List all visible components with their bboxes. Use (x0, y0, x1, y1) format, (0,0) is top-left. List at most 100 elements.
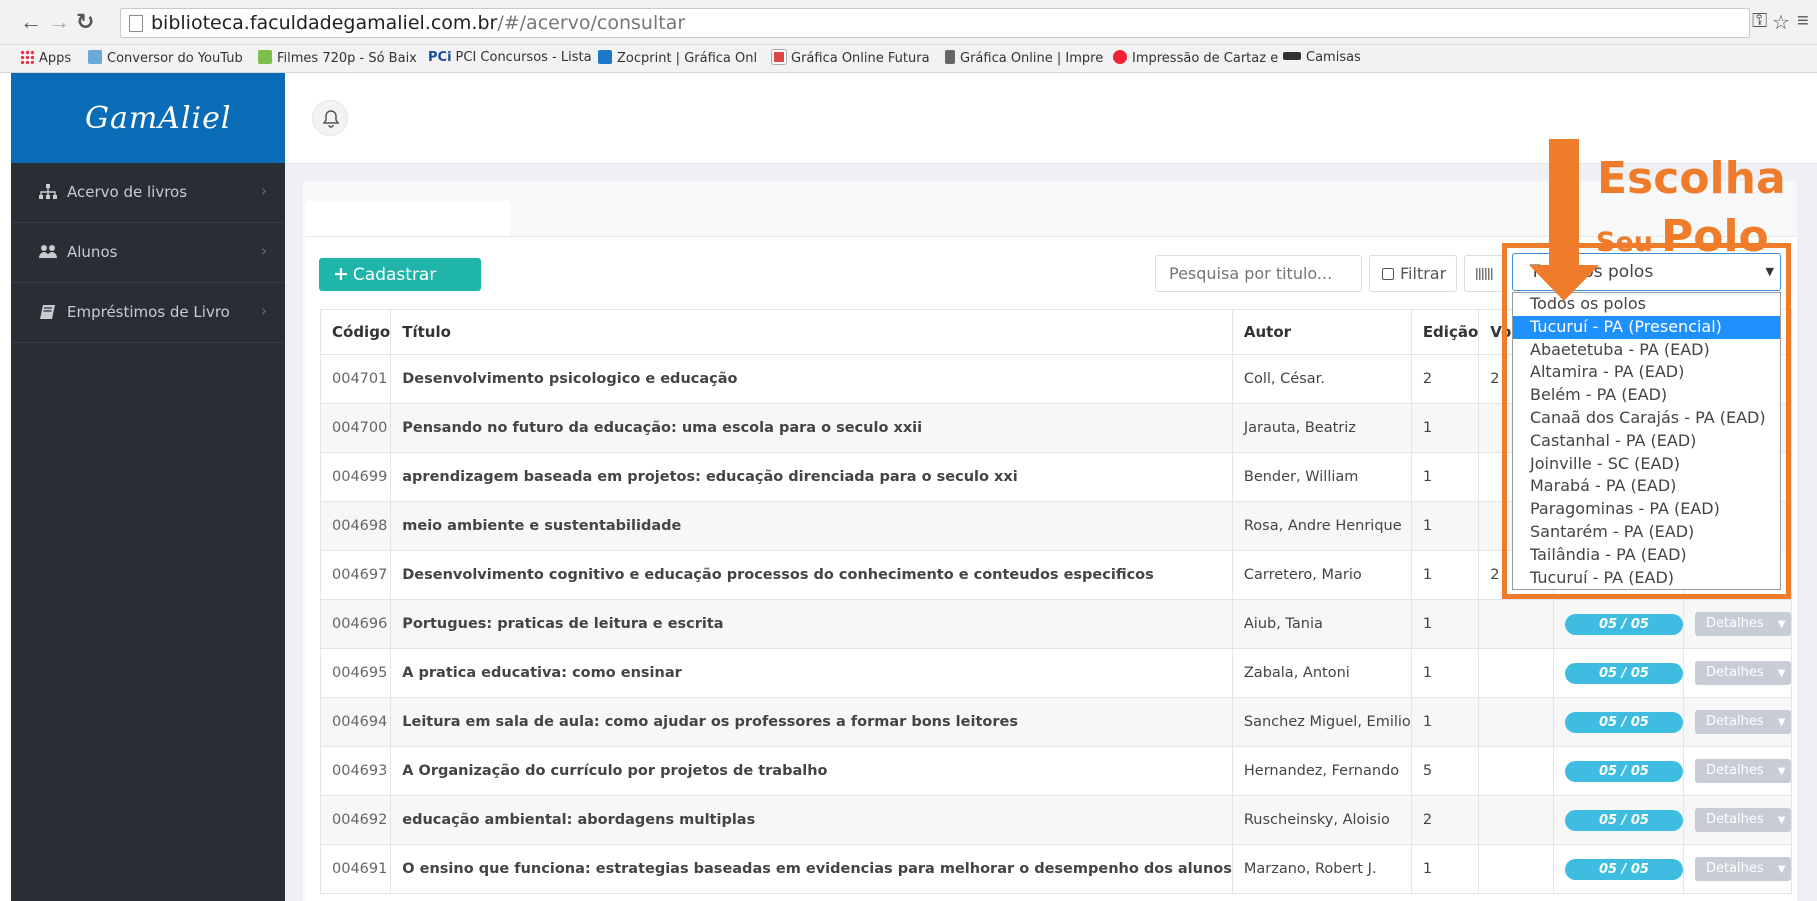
column-header-codigo[interactable]: Código (319, 309, 392, 355)
annotation-arrow-head (1529, 265, 1599, 301)
details-button[interactable]: Detalhes ▼ (1694, 710, 1791, 734)
filter-label: Filtrar (1400, 264, 1447, 283)
star-icon[interactable]: ☆ (1772, 10, 1790, 35)
cell-code: 004693 (319, 746, 392, 796)
cell-title: A Organização do currículo por projetos … (390, 746, 1233, 796)
cell-author: Coll, César. (1231, 354, 1412, 404)
barcode-button[interactable] (1464, 255, 1504, 292)
cell-copies: 05 / 05 (1552, 746, 1684, 796)
sitemap-icon (39, 184, 57, 199)
copies-badge: 05 / 05 (1564, 760, 1683, 782)
cell-code: 004692 (319, 795, 392, 845)
url-host: biblioteca.faculdadegamaliel.com.br (151, 12, 498, 34)
cell-edition: 2 (1410, 795, 1480, 845)
details-label: Detalhes (1705, 714, 1764, 729)
cell-author: Marzano, Robert J. (1231, 844, 1412, 894)
cell-code: 004696 (319, 599, 392, 649)
cell-author: Aiub, Tania (1231, 599, 1412, 649)
details-button[interactable]: Detalhes ▼ (1694, 808, 1791, 832)
sidebar-item-acervo[interactable]: Acervo de livros › (11, 163, 285, 223)
copies-badge: 05 / 05 (1564, 858, 1683, 880)
table-row[interactable]: 004696 Portugues: praticas de leitura e e… (319, 599, 1792, 649)
cell-title: Desenvolvimento psicologico e educação (390, 354, 1233, 404)
details-button[interactable]: Detalhes ▼ (1694, 661, 1791, 685)
key-icon[interactable]: ⚿ (1752, 10, 1767, 33)
cell-edition: 1 (1410, 550, 1480, 600)
menu-icon[interactable]: ≡ (1797, 10, 1809, 33)
add-new-button[interactable]: + Cadastrar novo (319, 258, 481, 318)
caret-down-icon: ▼ (1777, 717, 1786, 728)
caret-down-icon: ▼ (1777, 864, 1786, 875)
bookmark-label: Apps (39, 51, 72, 66)
tab-consultar[interactable] (305, 201, 510, 236)
table-row[interactable]: 004692 educação ambiental: abordagens mul… (319, 795, 1792, 845)
plus-icon: + (333, 263, 349, 285)
details-label: Detalhes (1705, 763, 1764, 778)
table-row[interactable]: 004695 A pratica educativa: como ensinar Z… (319, 648, 1792, 698)
cell-edition: 1 (1410, 697, 1480, 747)
barcode-icon (1476, 268, 1494, 280)
table-row[interactable]: 004693 A Organização do currículo por pro… (319, 746, 1792, 796)
details-button[interactable]: Detalhes ▼ (1694, 759, 1791, 783)
reload-icon[interactable]: ↻ (76, 9, 94, 35)
cell-edition: 1 (1410, 452, 1480, 502)
column-header-autor[interactable]: Autor (1231, 309, 1412, 355)
bookmark-item[interactable]: PCi PCI Concursos - Lista (428, 50, 592, 65)
back-arrow-icon[interactable]: ← (20, 9, 42, 35)
cell-title: educação ambiental: abordagens multiplas (390, 795, 1233, 845)
cell-author: Jarauta, Beatriz (1231, 403, 1412, 453)
bookmark-label: Filmes 720p - Só Baix (277, 51, 417, 66)
search-input[interactable] (1155, 255, 1362, 292)
users-icon (39, 245, 57, 258)
cell-title: Leitura em sala de aula: como ajudar os … (390, 697, 1233, 747)
details-label: Detalhes (1705, 665, 1764, 680)
url-input[interactable]: biblioteca.faculdadegamaliel.com.br/#/ac… (120, 8, 1750, 38)
cell-actions: Detalhes ▼ (1682, 795, 1792, 845)
sidebar: GamAliel Acervo de livros › Alunos › Emp… (11, 73, 285, 901)
bell-icon (322, 110, 340, 128)
column-header-titulo[interactable]: Título (390, 309, 1233, 355)
forward-arrow-icon[interactable]: → (48, 9, 70, 35)
caret-down-icon: ▼ (1777, 619, 1786, 630)
cell-volume (1478, 844, 1554, 894)
cell-author: Carretero, Mario (1231, 550, 1412, 600)
copies-badge: 05 / 05 (1564, 809, 1683, 831)
logo-text: GamAliel (85, 101, 232, 136)
cell-edition: 1 (1410, 648, 1480, 698)
cell-code: 004695 (319, 648, 392, 698)
sidebar-item-emprestimos[interactable]: Empréstimos de Livro › (11, 283, 285, 343)
cell-actions: Detalhes ▼ (1682, 844, 1792, 894)
bookmark-label: Impressão de Cartaz e (1132, 51, 1279, 66)
bookmark-item[interactable]: Gráfica Online Futura (771, 49, 930, 66)
caret-down-icon: ▼ (1777, 815, 1786, 826)
cell-author: Bender, William (1231, 452, 1412, 502)
cell-title: Desenvolvimento cognitivo e educação pro… (390, 550, 1233, 600)
futura-icon (771, 49, 787, 65)
bookmark-item[interactable]: Camisas (1283, 50, 1361, 65)
cell-volume (1478, 697, 1554, 747)
cell-copies: 05 / 05 (1552, 795, 1684, 845)
gamaliel-logo[interactable]: GamAliel (73, 93, 231, 143)
sidebar-item-alunos[interactable]: Alunos › (11, 223, 285, 283)
chevron-right-icon: › (260, 181, 267, 200)
annotation-subtitle: Seu Polo (1596, 213, 1769, 267)
bookmark-item[interactable]: Filmes 720p - Só Baix (258, 50, 417, 66)
bookmark-item[interactable]: Gráfica Online | Impre (945, 50, 1103, 66)
table-row[interactable]: 004691 O ensino que funciona: estrategias… (319, 844, 1792, 894)
annotation-seu: Seu (1596, 227, 1653, 258)
filter-button[interactable]: Filtrar (1369, 255, 1457, 292)
cell-actions: Detalhes ▼ (1682, 599, 1792, 649)
bookmark-item[interactable]: Impressão de Cartaz e (1113, 50, 1278, 66)
details-label: Detalhes (1705, 616, 1764, 631)
notifications-button[interactable] (312, 100, 348, 136)
bookmark-apps[interactable]: Apps (20, 50, 71, 66)
cell-code: 004697 (319, 550, 392, 600)
bookmark-item[interactable]: Zocprint | Gráfica Onl (598, 50, 757, 66)
column-header-edicao[interactable]: Edição (1410, 309, 1480, 355)
bookmark-item[interactable]: Conversor do YouTub (88, 50, 243, 66)
chevron-right-icon: › (260, 241, 267, 260)
table-row[interactable]: 004694 Leitura em sala de aula: como ajud… (319, 697, 1792, 747)
sidebar-item-label: Alunos (67, 243, 118, 261)
details-button[interactable]: Detalhes ▼ (1694, 857, 1791, 881)
details-button[interactable]: Detalhes ▼ (1694, 612, 1791, 636)
